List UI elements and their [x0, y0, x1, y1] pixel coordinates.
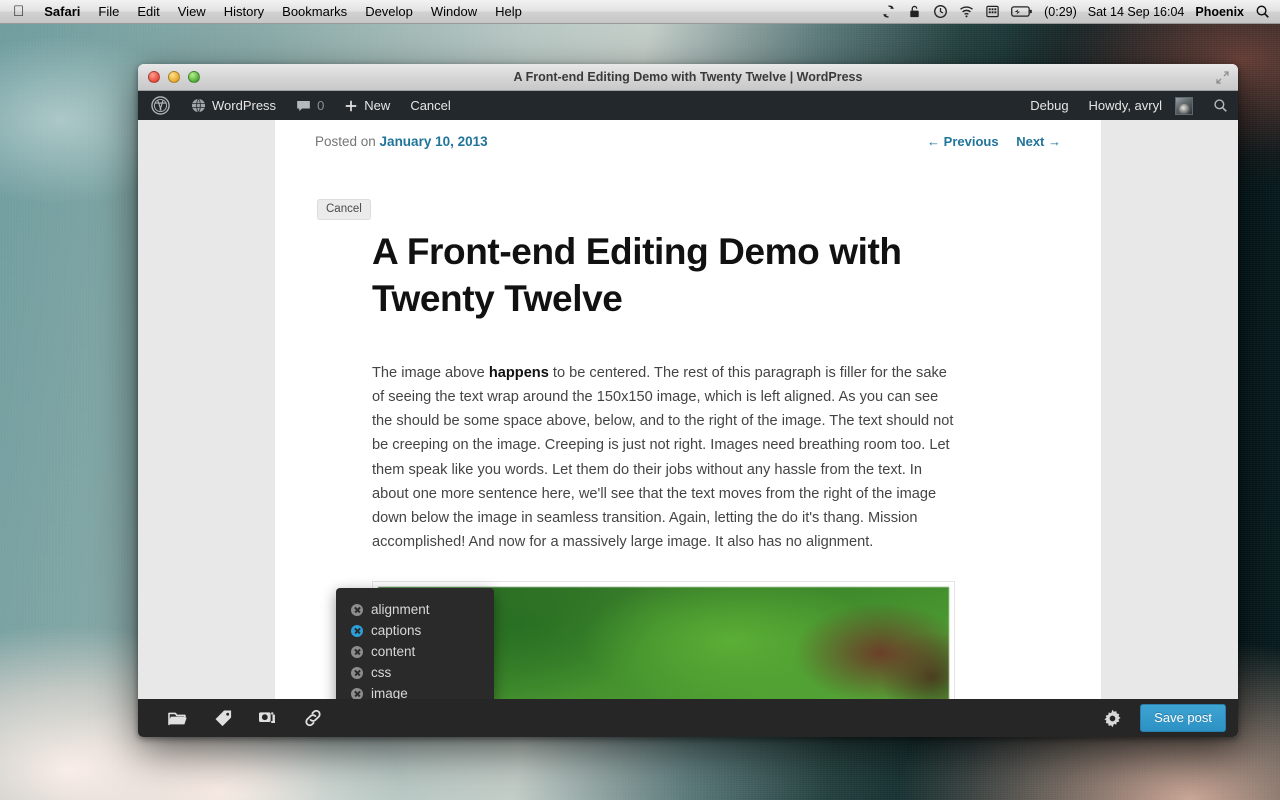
debug-label: Debug [1030, 98, 1069, 113]
media-button[interactable] [256, 706, 280, 730]
remove-tag-icon[interactable] [351, 666, 363, 679]
media-images-icon [259, 711, 275, 723]
menubar-status-area: (0:29) Sat 14 Sep 16:04 Phoenix [881, 4, 1280, 19]
window-title: A Front-end Editing Demo with Twenty Twe… [513, 70, 863, 84]
save-post-button[interactable]: Save post [1140, 704, 1226, 732]
plus-icon [346, 100, 357, 111]
menu-item-view[interactable]: View [169, 4, 215, 19]
menu-item-bookmarks[interactable]: Bookmarks [273, 4, 356, 19]
post-navigation: ← Previous Next → [913, 134, 1061, 149]
tag-label: captions [371, 623, 422, 638]
wifi-icon[interactable] [959, 4, 974, 19]
tag-item[interactable]: css [336, 662, 494, 683]
page-viewport: Posted on January 10, 2013 ← Previous Ne… [138, 120, 1238, 699]
tags-button[interactable] [211, 706, 235, 730]
remove-tag-icon[interactable] [351, 687, 363, 700]
wordpress-logo-icon [151, 96, 170, 115]
post-body-part2: to be centered. The rest of this paragra… [372, 364, 954, 551]
post-date-link[interactable]: January 10, 2013 [380, 134, 488, 149]
tag-item[interactable]: content [336, 641, 494, 662]
search-icon [1214, 99, 1227, 112]
wordpress-logo-button[interactable] [138, 91, 181, 120]
post-body-emphasis: happens [488, 364, 549, 381]
timemachine-icon[interactable] [933, 4, 948, 19]
next-post-link[interactable]: Next → [1016, 134, 1061, 149]
menu-item-window[interactable]: Window [422, 4, 486, 19]
post-body-paragraph[interactable]: The image above happens to be centered. … [372, 361, 955, 555]
open-folder-icon [168, 712, 187, 725]
minimize-button[interactable] [168, 71, 180, 83]
new-content-button[interactable]: New [334, 91, 400, 120]
new-label: New [364, 98, 391, 113]
lock-icon[interactable] [907, 4, 922, 19]
comment-bubble-icon [297, 100, 310, 111]
tag-item[interactable]: captions [336, 620, 494, 641]
howdy-label: Howdy, avryl [1088, 98, 1162, 113]
front-end-editor-toolbar: Save post [138, 699, 1238, 737]
post-body-part1: The image above [372, 364, 489, 381]
page-title[interactable]: A Front-end Editing Demo with Twenty Twe… [372, 228, 932, 323]
battery-icon[interactable] [1011, 4, 1033, 19]
apple-icon[interactable]:  [0, 4, 35, 19]
remove-tag-icon[interactable] [351, 624, 363, 637]
grid-icon[interactable] [985, 4, 1000, 19]
menu-item-help[interactable]: Help [486, 4, 531, 19]
menu-item-develop[interactable]: Develop [356, 4, 422, 19]
account-menu[interactable]: Howdy, avryl [1079, 91, 1203, 120]
tag-icon [215, 710, 231, 726]
tag-label: alignment [371, 602, 430, 617]
cancel-edit-button[interactable]: Cancel [400, 91, 460, 120]
safari-browser-window: A Front-end Editing Demo with Twenty Twe… [138, 64, 1238, 737]
link-icon [305, 709, 321, 727]
posted-on-prefix: Posted on [315, 134, 380, 149]
menu-item-safari[interactable]: Safari [35, 4, 89, 19]
window-title-bar[interactable]: A Front-end Editing Demo with Twenty Twe… [138, 64, 1238, 91]
wordpress-admin-bar: WordPress 0 New Cancel Debug Howdy, avry… [138, 91, 1238, 120]
gear-icon [1104, 709, 1121, 727]
menu-item-edit[interactable]: Edit [128, 4, 168, 19]
remove-tag-icon[interactable] [351, 603, 363, 616]
site-name-label: WordPress [212, 98, 277, 113]
comment-count: 0 [317, 98, 325, 113]
menu-item-file[interactable]: File [89, 4, 128, 19]
tag-item[interactable]: alignment [336, 599, 494, 620]
remove-tag-icon[interactable] [351, 645, 363, 658]
posted-on: Posted on January 10, 2013 [315, 134, 488, 149]
macos-menu-bar:  Safari File Edit View History Bookmark… [0, 0, 1280, 24]
window-controls [138, 71, 200, 83]
toolbar-tools [150, 706, 325, 730]
fullscreen-icon[interactable] [1216, 71, 1229, 84]
admin-search-button[interactable] [1203, 91, 1238, 120]
toolbar-right-group: Save post [1100, 704, 1226, 732]
comments-button[interactable]: 0 [286, 91, 334, 120]
zoom-button[interactable] [188, 71, 200, 83]
globe-icon [191, 98, 206, 113]
clock-label[interactable]: Sat 14 Sep 16:04 [1088, 5, 1185, 19]
cancel-label: Cancel [410, 98, 451, 113]
site-name-button[interactable]: WordPress [181, 91, 286, 120]
close-button[interactable] [148, 71, 160, 83]
sync-icon[interactable] [881, 4, 896, 19]
user-label[interactable]: Phoenix [1195, 5, 1244, 19]
avatar [1175, 96, 1193, 115]
post-meta-row: Posted on January 10, 2013 ← Previous Ne… [315, 120, 1061, 149]
link-button[interactable] [301, 706, 325, 730]
open-folder-button[interactable] [166, 706, 190, 730]
battery-time-label: (0:29) [1044, 4, 1077, 19]
tag-label: content [371, 644, 416, 659]
previous-post-link[interactable]: ← Previous [927, 134, 999, 149]
adminbar-right-group: Debug Howdy, avryl [1020, 91, 1238, 120]
menu-item-history[interactable]: History [215, 4, 273, 19]
debug-button[interactable]: Debug [1020, 91, 1078, 120]
cancel-edit-chip[interactable]: Cancel [317, 199, 371, 220]
spotlight-search-icon[interactable] [1255, 4, 1270, 19]
settings-button[interactable] [1100, 706, 1124, 730]
tag-label: css [371, 665, 392, 680]
